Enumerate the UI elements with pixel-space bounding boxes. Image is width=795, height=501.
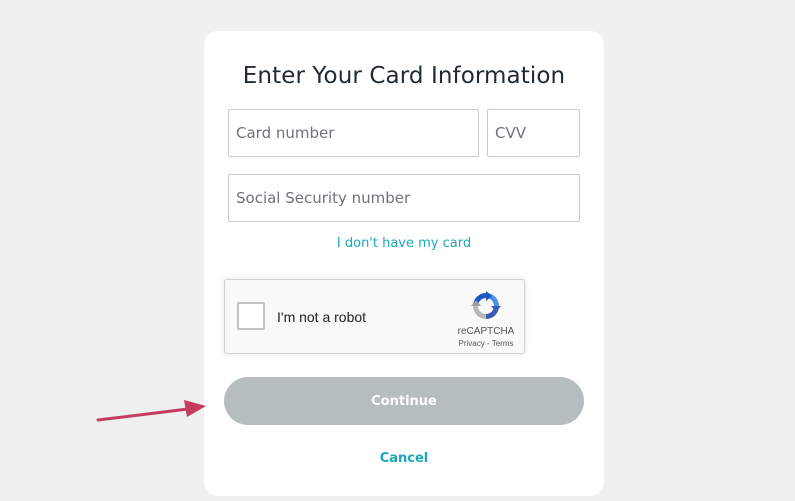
ssn-input[interactable] — [228, 174, 580, 222]
form-title: Enter Your Card Information — [242, 63, 566, 89]
recaptcha-brand: reCAPTCHA — [457, 326, 515, 337]
recaptcha-widget: I'm not a robot reCAPTCHA Privacy - Term… — [224, 279, 525, 354]
recaptcha-logo-icon — [471, 291, 501, 319]
annotation-arrow-icon — [96, 400, 206, 422]
cvv-input[interactable] — [487, 109, 580, 157]
recaptcha-checkbox[interactable] — [237, 302, 265, 330]
continue-button[interactable]: Continue — [224, 377, 584, 425]
cancel-link[interactable]: Cancel — [204, 451, 604, 466]
recaptcha-separator: - — [484, 339, 492, 348]
recaptcha-terms-link[interactable]: Terms — [492, 339, 514, 348]
recaptcha-label: I'm not a robot — [277, 309, 367, 325]
no-card-link[interactable]: I don't have my card — [204, 236, 604, 251]
card-number-input[interactable] — [228, 109, 479, 157]
recaptcha-privacy-link[interactable]: Privacy — [459, 339, 485, 348]
recaptcha-terms-links: Privacy - Terms — [447, 339, 525, 348]
card-info-form: Enter Your Card Information I don't have… — [204, 31, 604, 496]
